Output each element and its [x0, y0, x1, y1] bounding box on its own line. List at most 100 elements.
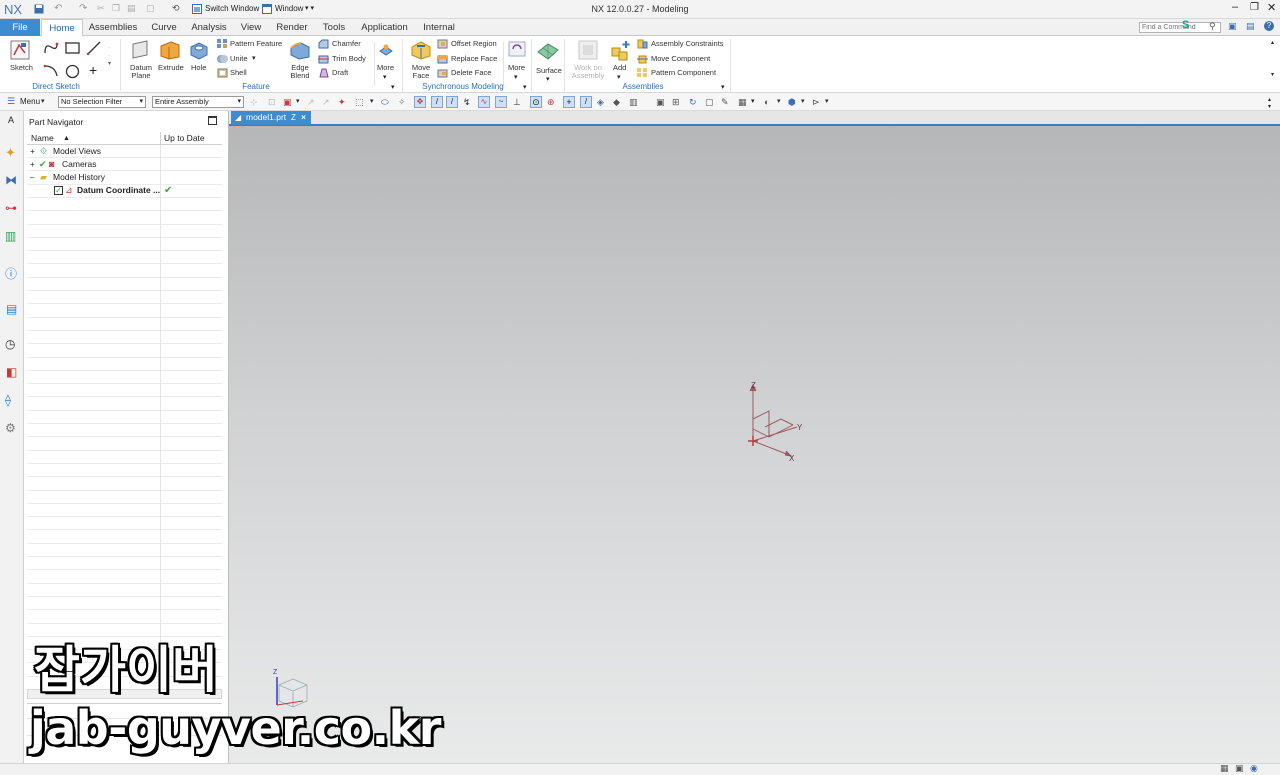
control-point-icon[interactable]: ↯: [463, 97, 474, 107]
pattern-feature-icon[interactable]: [217, 39, 228, 49]
delete-face-icon[interactable]: [437, 68, 448, 78]
web-browser-icon[interactable]: ⓘ: [5, 265, 17, 282]
end-point-icon[interactable]: /: [431, 96, 443, 108]
tree-item-model-views[interactable]: + ⟐ Model Views: [30, 146, 220, 158]
tab-tools[interactable]: Tools: [318, 19, 350, 36]
add-component-label[interactable]: Add: [613, 64, 626, 72]
sketch-label[interactable]: Sketch: [10, 64, 33, 72]
tab-render[interactable]: Render: [272, 19, 312, 36]
tab-application[interactable]: Application: [357, 19, 412, 36]
tab-view[interactable]: View: [235, 19, 267, 36]
tab-internal[interactable]: Internal: [418, 19, 460, 36]
snap-setting-icon-1[interactable]: ◈: [597, 97, 608, 107]
move-face-label[interactable]: Move Face: [410, 64, 432, 80]
snap-icon-3[interactable]: ✦: [338, 97, 349, 107]
select-features-icon[interactable]: ▣: [283, 97, 294, 107]
view-icon-1[interactable]: ▣: [656, 97, 667, 107]
chamfer-label[interactable]: Chamfer: [332, 40, 361, 48]
more-view-dropdown-icon[interactable]: ▾: [825, 97, 836, 107]
render-style-icon[interactable]: ◐: [764, 97, 775, 107]
selection-intent-icon[interactable]: ⊡: [268, 97, 279, 107]
tab-curve[interactable]: Curve: [145, 19, 183, 36]
tree-item-model-history[interactable]: – ▰ Model History: [30, 172, 220, 184]
surface-dropdown-icon[interactable]: ▾: [546, 75, 550, 83]
selection-scope-select[interactable]: Entire Assembly ▾: [152, 96, 244, 108]
move-component-label[interactable]: Move Component: [651, 55, 710, 63]
tree-item-cameras[interactable]: + ✔ ◙ Cameras: [30, 159, 220, 171]
trim-body-label[interactable]: Trim Body: [332, 55, 366, 63]
assembly-constraints-label[interactable]: Assembly Constraints: [651, 40, 724, 48]
chamfer-icon[interactable]: [318, 39, 329, 49]
render-style-dropdown-icon[interactable]: ▾: [777, 97, 788, 107]
assembly-navigator-icon[interactable]: ⧓: [5, 173, 17, 187]
draft-icon[interactable]: [318, 68, 329, 78]
filter-arrow-icon[interactable]: ▾: [296, 97, 307, 107]
general-selection-icon[interactable]: ⊹: [250, 97, 261, 107]
surface-icon[interactable]: [537, 42, 559, 60]
offset-region-label[interactable]: Offset Region: [451, 40, 497, 48]
add-component-icon[interactable]: [610, 40, 632, 62]
point-on-curve-icon[interactable]: +: [563, 96, 575, 108]
existing-point-icon[interactable]: ⊕: [547, 97, 558, 107]
line-icon[interactable]: [87, 41, 101, 55]
more-sync-label[interactable]: More: [508, 64, 525, 72]
more-feature-dropdown-icon[interactable]: ▾: [383, 73, 387, 81]
layout-dropdown-icon[interactable]: ▾: [751, 97, 762, 107]
close-icon[interactable]: ✕: [1267, 1, 1276, 14]
menu-icon[interactable]: ☰: [7, 96, 15, 107]
minimize-icon[interactable]: –: [1232, 1, 1238, 13]
restore-icon[interactable]: ❐: [1250, 2, 1259, 13]
pattern-component-icon[interactable]: [637, 68, 648, 78]
more-sync-icon[interactable]: [508, 41, 526, 57]
circle-icon[interactable]: [65, 64, 80, 79]
draft-label[interactable]: Draft: [332, 69, 348, 77]
menu-button[interactable]: Menu: [20, 97, 40, 106]
graphics-window[interactable]: Z Y X Z: [229, 111, 1280, 763]
sort-ascending-icon[interactable]: ▲: [63, 133, 70, 144]
column-uptodate-header[interactable]: Up to Date: [164, 133, 205, 144]
roles-icon[interactable]: ⚙: [5, 421, 16, 435]
shell-label[interactable]: Shell: [230, 69, 247, 77]
view-icon-4[interactable]: ✎: [721, 97, 732, 107]
document-tab-model1[interactable]: ◢ model1.prt Z ×: [231, 111, 311, 125]
expand-icon[interactable]: +: [30, 159, 35, 170]
delete-face-label[interactable]: Delete Face: [451, 69, 491, 77]
layout-icon[interactable]: ▦: [738, 97, 749, 107]
select-all-icon[interactable]: ✧: [398, 97, 409, 107]
rectangle-select-dropdown-icon[interactable]: ▾: [370, 97, 381, 107]
view-icon-3[interactable]: ▢: [705, 97, 716, 107]
arc-center-icon[interactable]: ~: [495, 96, 507, 108]
tree-item-datum-coordinate[interactable]: ✓ ⊿ Datum Coordinate ... ✔: [30, 185, 220, 197]
visibility-checkbox[interactable]: ✓: [54, 186, 63, 195]
view-icon-2[interactable]: ⊞: [672, 97, 683, 107]
unite-dropdown-icon[interactable]: ▾: [252, 54, 256, 62]
more-view-icon[interactable]: ⊳: [812, 97, 823, 107]
status-nx-icon[interactable]: ◉: [1250, 763, 1258, 774]
ribbon-scroll-icon[interactable]: ▴ ▾: [1271, 39, 1274, 79]
snap-point-on-icon[interactable]: ✥: [414, 96, 426, 108]
feature-group-expand-icon[interactable]: ▾: [391, 83, 395, 91]
add-component-dropdown-icon[interactable]: ▾: [617, 73, 621, 81]
palette-icon[interactable]: ▤: [6, 302, 17, 316]
work-on-assembly-icon[interactable]: [578, 40, 598, 60]
orient-view-icon[interactable]: ⬢: [788, 97, 799, 107]
arc-icon[interactable]: [43, 64, 59, 78]
profile-icon[interactable]: [43, 41, 59, 55]
tangent-point-icon[interactable]: ⊥: [513, 97, 524, 107]
tab-analysis[interactable]: Analysis: [188, 19, 230, 36]
document-close-icon[interactable]: ×: [301, 112, 306, 123]
status-grid-icon[interactable]: ▦: [1220, 763, 1229, 774]
edge-blend-label[interactable]: Edge Blend: [286, 64, 314, 80]
expand-icon[interactable]: +: [30, 146, 35, 157]
collapse-icon[interactable]: –: [30, 172, 34, 183]
rectangle-icon[interactable]: [65, 42, 80, 54]
tab-file[interactable]: File: [0, 19, 40, 36]
datum-plane-label[interactable]: Datum Plane: [128, 64, 154, 80]
assembly-constraints-icon[interactable]: [637, 39, 648, 49]
snap-setting-icon-3[interactable]: ▥: [629, 97, 640, 107]
process-studio-icon[interactable]: ⟠: [5, 393, 11, 407]
window-options-icon[interactable]: ▤: [1246, 21, 1255, 32]
edge-blend-icon[interactable]: [289, 40, 311, 60]
point-icon[interactable]: +: [89, 63, 97, 77]
extrude-label[interactable]: Extrude: [158, 64, 184, 72]
